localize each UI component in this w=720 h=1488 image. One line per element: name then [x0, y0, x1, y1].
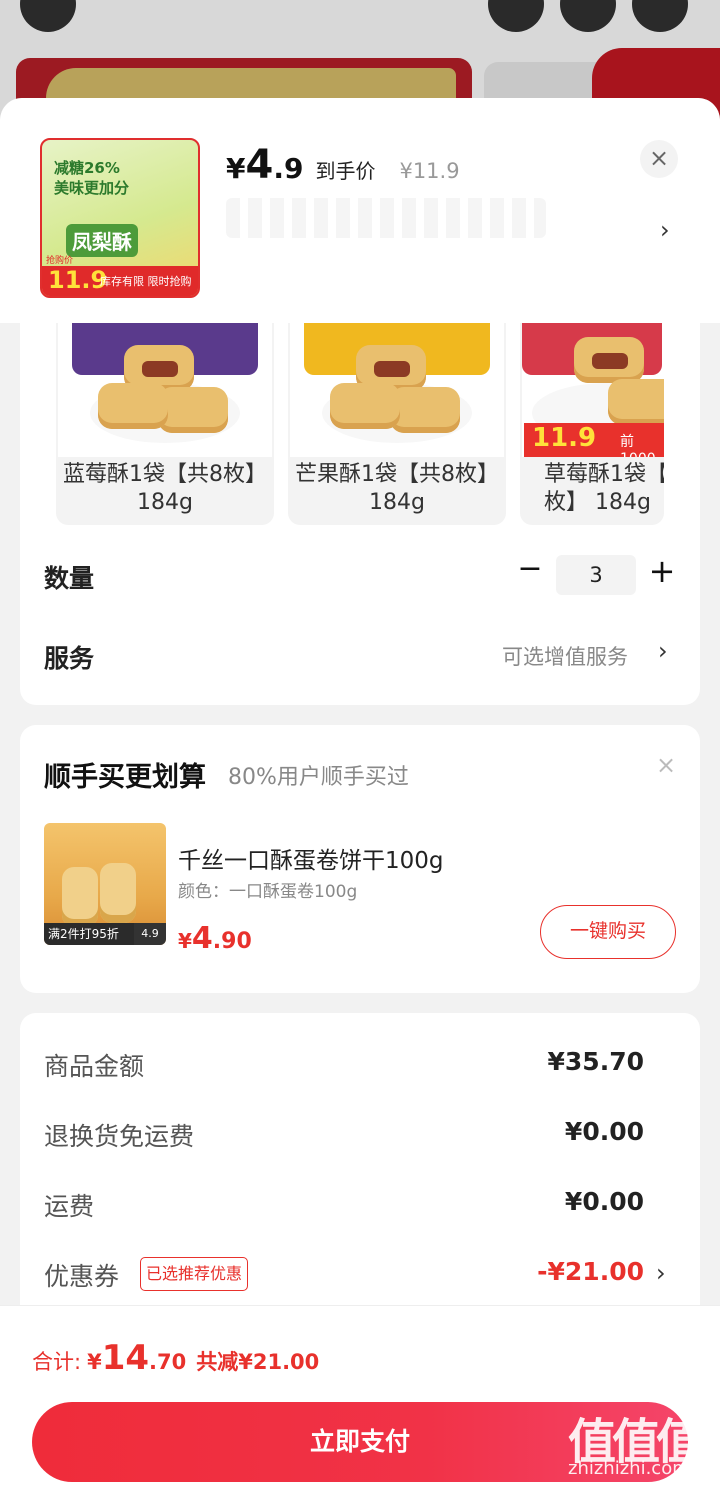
sku-option-label: 草莓酥1袋【共8枚】 184g — [544, 462, 664, 515]
sku-option-image — [58, 323, 272, 457]
roll-image — [62, 867, 98, 927]
chevron-right-icon[interactable]: › — [656, 1259, 666, 1287]
sku-option-image: 11.9 前1000份 — [522, 323, 664, 457]
price-label: 到手价 — [315, 159, 376, 183]
addon-price: ¥ 4 .90 — [178, 921, 252, 956]
sku-option[interactable]: 11.9 前1000份 草莓酥1袋【共8枚】 184g — [520, 323, 664, 525]
sku-option[interactable]: 芒果酥1袋【共8枚】 184g — [288, 323, 506, 525]
one-click-buy-button[interactable]: 一键购买 — [540, 905, 676, 959]
price-row: ¥ 4 .9 到手价 ¥11.9 — [226, 142, 460, 188]
addon-price-decimal: .90 — [212, 929, 252, 954]
chevron-right-icon[interactable]: › — [660, 216, 670, 244]
cake-image — [574, 337, 644, 383]
service-label: 服务 — [44, 644, 95, 673]
total-label: 合计: — [32, 1350, 82, 1374]
total-row: 合计: ¥ 14 .70 共减¥21.00 — [32, 1338, 319, 1378]
service-value[interactable]: 可选增值服务 — [502, 641, 628, 671]
product-thumbnail[interactable]: 减糖26% 美味更加分 凤梨酥 抢购价 11.9 库存有限 限时抢购 — [40, 138, 200, 298]
sku-option-image — [290, 323, 504, 457]
thumb-promo: 减糖26% 美味更加分 — [54, 158, 129, 198]
total-integer: 14 — [101, 1338, 150, 1378]
share-icon — [560, 0, 616, 32]
cake-image — [390, 387, 460, 433]
total-decimal: .70 — [149, 1350, 187, 1374]
summary-label: 优惠券 — [44, 1262, 120, 1291]
sku-option-label: 蓝莓酥1袋【共8枚】 184g — [63, 462, 267, 515]
addon-price-integer: 4 — [191, 921, 213, 956]
quantity-label: 数量 — [44, 564, 95, 593]
summary-value: ¥0.00 — [564, 1117, 644, 1146]
cake-image — [98, 383, 168, 429]
currency-symbol: ¥ — [226, 152, 246, 185]
watermark-site: zhizhizhi.com — [568, 1458, 690, 1479]
more-icon — [632, 0, 688, 32]
roll-image — [100, 863, 136, 923]
addon-image-price: 4.9 — [134, 923, 166, 945]
addon-image-tag: 满2件打95折 — [44, 923, 136, 945]
coupon-badge[interactable]: 已选推荐优惠 — [140, 1257, 249, 1291]
sku-option-badge-price: 11.9 — [532, 423, 597, 453]
quantity-input[interactable]: 3 — [556, 555, 636, 595]
sku-option-badge: 11.9 前1000份 — [524, 423, 664, 457]
sku-option-label: 芒果酥1袋【共8枚】 184g — [295, 462, 499, 515]
options-card: 蓝莓酥1袋【共8枚】 184g 芒果酥1袋【共8枚】 184g 11.9 前 草… — [20, 323, 700, 705]
summary-value: ¥35.70 — [547, 1047, 644, 1076]
summary-value: ¥0.00 — [564, 1187, 644, 1216]
close-icon[interactable]: × — [656, 751, 676, 779]
addon-product-image[interactable]: 满2件打95折 4.9 — [44, 823, 166, 945]
coupon-value[interactable]: -¥21.00 — [537, 1257, 644, 1286]
thumb-price-tag: 抢购价 — [46, 256, 74, 266]
close-icon[interactable]: × — [640, 140, 678, 178]
sheet-header: 减糖26% 美味更加分 凤梨酥 抢购价 11.9 库存有限 限时抢购 ¥ 4 .… — [0, 98, 720, 323]
addon-product-name[interactable]: 千丝一口酥蛋卷饼干100g — [178, 841, 444, 875]
addon-product-variant: 颜色：一口酥蛋卷100g — [178, 882, 358, 902]
back-icon — [20, 0, 76, 32]
thumb-price: 11.9 — [48, 266, 108, 294]
addon-card: 顺手买更划算 80%用户顺手买过 × 满2件打95折 4.9 千丝一口酥蛋卷饼干… — [20, 725, 700, 993]
thumb-promo-line1: 减糖26% — [54, 159, 120, 177]
summary-label: 退换货免运费 — [44, 1122, 195, 1151]
thumb-price-band: 11.9 库存有限 限时抢购 — [42, 266, 198, 296]
cake-image — [158, 387, 228, 433]
addon-price-currency: ¥ — [178, 929, 192, 953]
original-price: ¥11.9 — [399, 159, 460, 183]
total-currency: ¥ — [87, 1350, 102, 1374]
sku-selector-sheet: 减糖26% 美味更加分 凤梨酥 抢购价 11.9 库存有限 限时抢购 ¥ 4 .… — [0, 98, 720, 1488]
favorite-icon — [488, 0, 544, 32]
total-discount: 共减¥21.00 — [196, 1350, 320, 1374]
addon-title: 顺手买更划算 — [44, 762, 206, 793]
sku-option[interactable]: 蓝莓酥1袋【共8枚】 184g — [56, 323, 274, 525]
thumb-band-text: 库存有限 限时抢购 — [100, 275, 192, 288]
plus-icon[interactable]: + — [646, 555, 678, 587]
order-summary-card: 商品金额 ¥35.70 退换货免运费 ¥0.00 运费 ¥0.00 优惠券 已选… — [20, 1013, 700, 1353]
sku-option-badge-text: 前1000份 — [620, 434, 656, 457]
chevron-right-icon[interactable]: › — [658, 637, 668, 665]
thumb-product-name: 凤梨酥 — [66, 224, 138, 257]
price-decimal: .9 — [273, 152, 304, 185]
addon-subtitle: 80%用户顺手买过 — [228, 765, 409, 790]
summary-label: 商品金额 — [44, 1052, 145, 1081]
minus-icon[interactable]: − — [516, 554, 544, 585]
price-integer: 4 — [245, 142, 274, 188]
cake-image — [608, 379, 664, 425]
thumb-promo-line2: 美味更加分 — [54, 179, 130, 197]
cake-image — [330, 383, 400, 429]
selected-sku-text[interactable] — [226, 198, 546, 238]
summary-label: 运费 — [44, 1192, 95, 1221]
